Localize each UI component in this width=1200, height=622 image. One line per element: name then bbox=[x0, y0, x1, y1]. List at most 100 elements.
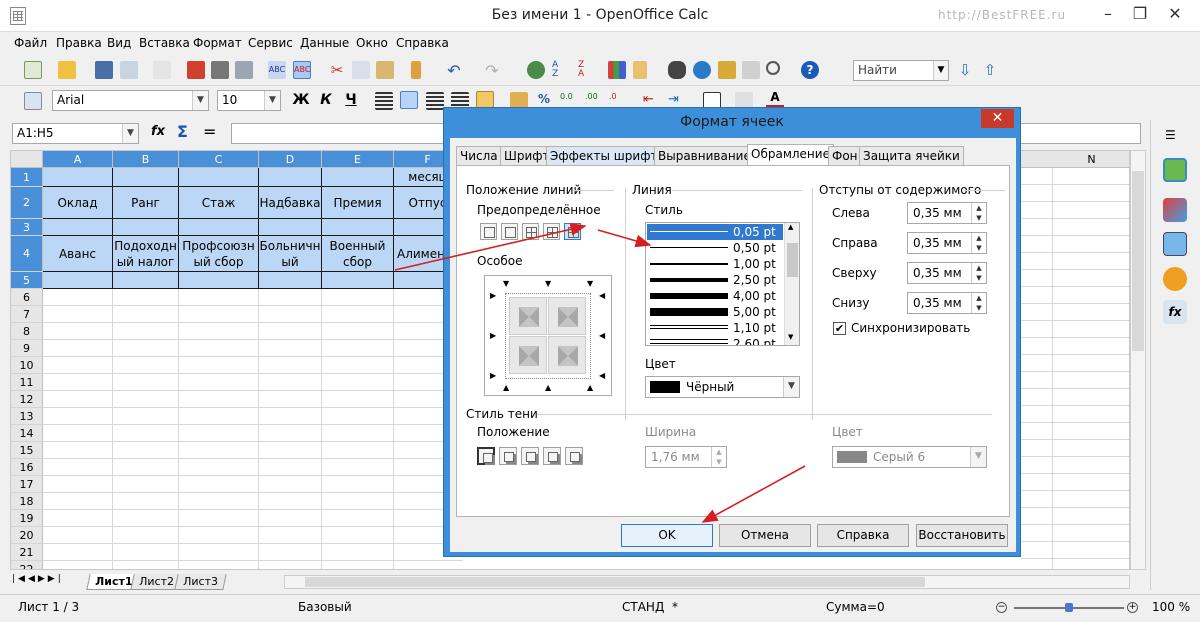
styles-formatting-icon[interactable] bbox=[24, 92, 42, 110]
cell-c1[interactable] bbox=[179, 168, 259, 187]
cell-c3[interactable] bbox=[179, 219, 259, 236]
menu-insert[interactable]: Вставка bbox=[139, 36, 190, 50]
font-color-icon[interactable]: A bbox=[766, 90, 784, 108]
chart-icon[interactable] bbox=[608, 61, 626, 79]
scroll-down-icon[interactable]: ▼ bbox=[788, 333, 793, 341]
line-style-item[interactable]: 5,00 pt bbox=[647, 304, 783, 320]
row-header[interactable]: 19 bbox=[11, 510, 43, 527]
sidebar-menu-icon[interactable]: ☰ bbox=[1165, 128, 1176, 142]
status-mode[interactable]: СТАНД bbox=[622, 600, 664, 614]
cell-d5[interactable] bbox=[259, 272, 322, 289]
cut-icon[interactable]: ✂ bbox=[328, 61, 346, 79]
cell-b1[interactable] bbox=[113, 168, 179, 187]
stylist-icon[interactable] bbox=[742, 61, 760, 79]
row-header[interactable]: 13 bbox=[11, 408, 43, 425]
column-header-a[interactable]: A bbox=[43, 151, 113, 168]
equals-icon[interactable]: = bbox=[203, 122, 216, 141]
row-header[interactable]: 6 bbox=[11, 289, 43, 306]
cell-a3[interactable] bbox=[43, 219, 113, 236]
row-header[interactable]: 3 bbox=[11, 219, 43, 236]
cell-a2[interactable]: Оклад bbox=[43, 187, 113, 219]
format-paintbrush-icon[interactable] bbox=[411, 61, 421, 79]
cell-d1[interactable] bbox=[259, 168, 322, 187]
menu-tools[interactable]: Сервис bbox=[248, 36, 293, 50]
find-replace-icon[interactable] bbox=[668, 61, 686, 79]
menu-window[interactable]: Окно bbox=[356, 36, 388, 50]
row-header[interactable]: 16 bbox=[11, 459, 43, 476]
line-color-select[interactable]: Чёрный ▼ bbox=[645, 376, 800, 398]
help-icon[interactable]: ? bbox=[801, 61, 819, 79]
row-header[interactable]: 12 bbox=[11, 391, 43, 408]
zoom-slider[interactable] bbox=[1014, 603, 1124, 612]
cell-b4[interactable]: Подоходн ый налог bbox=[113, 236, 179, 272]
cell-e5[interactable] bbox=[322, 272, 394, 289]
cell-b2[interactable]: Ранг bbox=[113, 187, 179, 219]
menu-file[interactable]: Файл bbox=[14, 36, 47, 50]
email-icon[interactable] bbox=[120, 61, 138, 79]
line-style-item[interactable]: 4,00 pt bbox=[647, 288, 783, 304]
redo-icon[interactable]: ↷ bbox=[483, 61, 501, 80]
border-preview-frame[interactable]: ▼ ▼ ▼ ▶ ◀ ▶ ◀ ▶ ◀ ▲ ▲ ▲ bbox=[484, 275, 612, 396]
select-all-corner[interactable] bbox=[11, 151, 43, 168]
spin-icon[interactable]: ▲ ▼ bbox=[971, 203, 986, 223]
preset-all-borders-button[interactable] bbox=[564, 223, 581, 240]
column-header-e[interactable]: E bbox=[322, 151, 394, 168]
tab-numbers[interactable]: Числа bbox=[456, 146, 502, 166]
reset-button[interactable]: Восстановить bbox=[916, 524, 1008, 547]
row-header[interactable]: 14 bbox=[11, 425, 43, 442]
preset-box-horizontal-button[interactable] bbox=[543, 223, 560, 240]
auto-spellcheck-icon[interactable]: ABC bbox=[293, 61, 311, 79]
scroll-thumb[interactable] bbox=[1132, 171, 1144, 351]
menu-help[interactable]: Справка bbox=[396, 36, 449, 50]
padding-right-input[interactable]: 0,35 мм ▲ ▼ bbox=[907, 232, 987, 254]
preset-box-inner-button[interactable] bbox=[522, 223, 539, 240]
line-style-item[interactable]: 2,60 pt bbox=[647, 336, 783, 345]
cell-a5[interactable] bbox=[43, 272, 113, 289]
sheet-tab-3[interactable]: Лист3 bbox=[174, 574, 227, 590]
column-header-b[interactable]: B bbox=[113, 151, 179, 168]
tab-font-effects[interactable]: Эффекты шрифта bbox=[546, 146, 669, 166]
line-style-item[interactable]: 0,50 pt bbox=[647, 240, 783, 256]
empty-cells[interactable] bbox=[43, 289, 463, 569]
column-header-m[interactable] bbox=[1021, 151, 1053, 168]
function-wizard-icon[interactable]: fx bbox=[151, 124, 165, 139]
row-header[interactable]: 7 bbox=[11, 306, 43, 323]
navigator-sidebar-icon[interactable] bbox=[1163, 267, 1187, 291]
underline-button[interactable]: Ч bbox=[341, 92, 361, 108]
properties-icon[interactable] bbox=[1163, 158, 1187, 182]
data-sources-icon[interactable] bbox=[718, 61, 736, 79]
gallery-sidebar-icon[interactable] bbox=[1163, 232, 1187, 256]
shadow-width-input[interactable]: 1,76 мм ▲ ▼ bbox=[645, 446, 727, 468]
cell-c2[interactable]: Стаж bbox=[179, 187, 259, 219]
find-previous-icon[interactable]: ⇧ bbox=[981, 61, 999, 79]
row-header[interactable]: 21 bbox=[11, 544, 43, 561]
cell-e3[interactable] bbox=[322, 219, 394, 236]
cell-d3[interactable] bbox=[259, 219, 322, 236]
sort-ascending-icon[interactable]: AZ bbox=[552, 61, 570, 79]
close-window-button[interactable]: ✕ bbox=[1152, 0, 1198, 30]
bold-button[interactable]: Ж bbox=[291, 92, 311, 108]
row-header[interactable]: 5 bbox=[11, 272, 43, 289]
row-header[interactable]: 9 bbox=[11, 340, 43, 357]
shadow-color-select[interactable]: Серый 6 ▼ bbox=[832, 446, 987, 468]
font-size-select[interactable]: 10 ▼ bbox=[217, 90, 281, 111]
functions-icon[interactable]: fx bbox=[1163, 300, 1187, 324]
row-header[interactable]: 18 bbox=[11, 493, 43, 510]
cell-b5[interactable] bbox=[113, 272, 179, 289]
line-style-list[interactable]: 0,05 pt 0,50 pt 1,00 pt 2,50 pt 4,00 pt … bbox=[645, 222, 800, 346]
align-center-icon[interactable] bbox=[400, 91, 418, 109]
empty-cells-right[interactable] bbox=[1021, 168, 1129, 569]
sum-icon[interactable]: Σ bbox=[177, 122, 188, 141]
undo-icon[interactable]: ↶ bbox=[445, 61, 463, 80]
zoom-slider-knob[interactable] bbox=[1065, 603, 1073, 612]
new-document-icon[interactable] bbox=[24, 61, 42, 79]
draw-functions-icon[interactable] bbox=[633, 61, 647, 79]
cell-e4[interactable]: Военный сбор bbox=[322, 236, 394, 272]
line-style-scrollbar[interactable]: ▲ ▼ bbox=[784, 223, 799, 345]
cell-e2[interactable]: Премия bbox=[322, 187, 394, 219]
align-right-icon[interactable] bbox=[426, 92, 444, 110]
spin-icon[interactable]: ▲ ▼ bbox=[971, 263, 986, 283]
navigator-icon[interactable] bbox=[527, 61, 545, 79]
copy-icon[interactable] bbox=[352, 61, 370, 79]
sort-descending-icon[interactable]: ZA bbox=[578, 61, 596, 79]
